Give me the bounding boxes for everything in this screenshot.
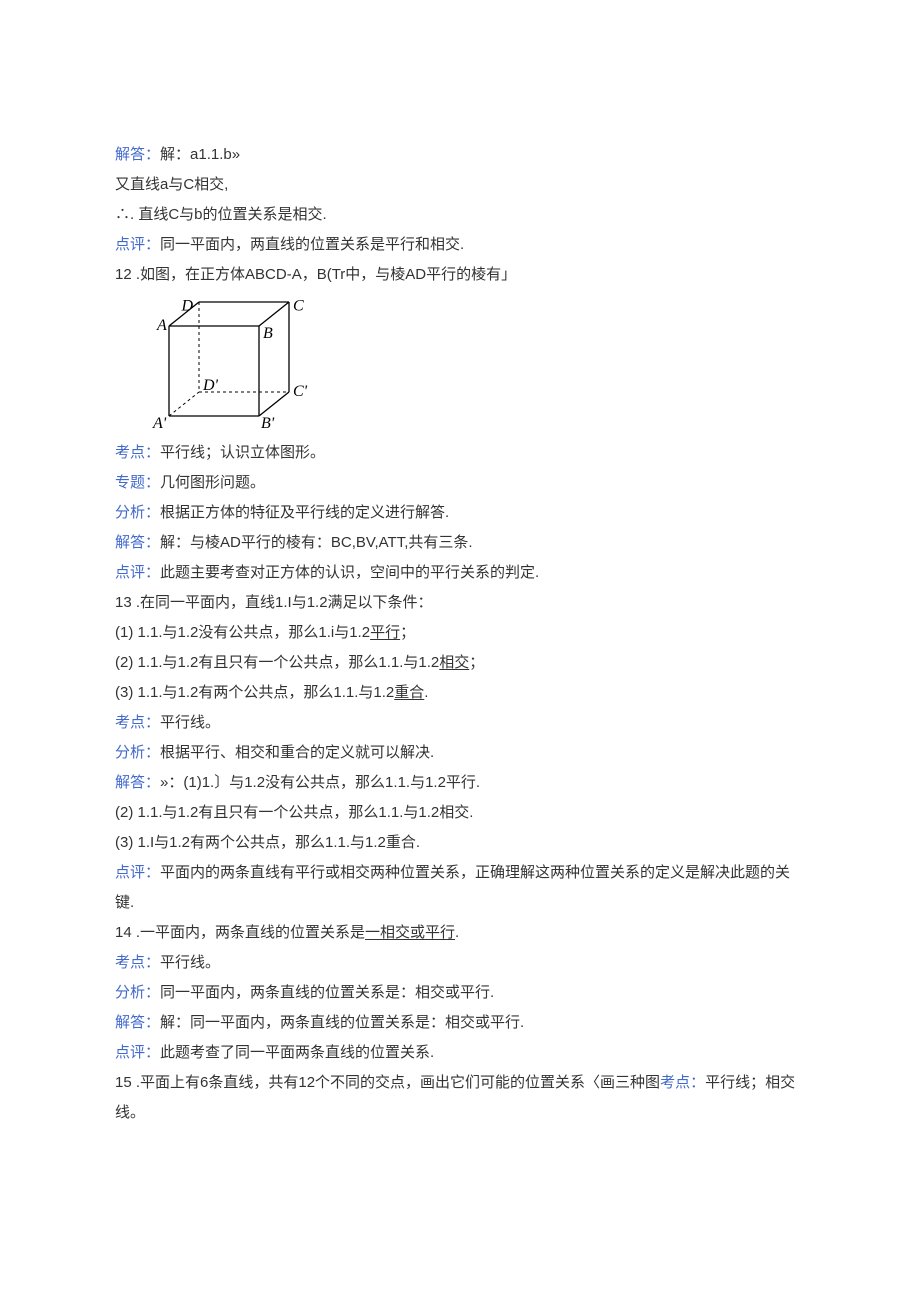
text: »：(1)1.〕与1.2没有公共点，那么1.1.与1.2平行. (160, 774, 480, 791)
q13-item-2: (2) 1.1.与1.2有且只有一个公共点，那么1.1.与1.2相交； (115, 648, 805, 678)
text: 解：与棱AD平行的棱有：BC,BV,ATT,共有三条. (160, 534, 473, 551)
text-pre: 15 .平面上有6条直线，共有12个不同的交点，画出它们可能的位置关系〈画三种图 (115, 1074, 660, 1091)
label-topic: 考点： (115, 714, 160, 731)
answer-line-1: 解答：解：a1.1.b» (115, 140, 805, 170)
label-answer: 解答： (115, 146, 160, 163)
text: 解：同一平面内，两条直线的位置关系是：相交或平行. (160, 1014, 524, 1031)
text: 根据平行、相交和重合的定义就可以解决. (160, 744, 434, 761)
question-12: 12 .如图，在正方体ABCD-A，B(Tr中，与棱AD平行的棱有」 (115, 260, 805, 290)
blank-answer: 一相交或平行 (365, 924, 455, 941)
vertex-Dp: D' (202, 377, 219, 394)
text-line-2: 又直线a与C相交, (115, 170, 805, 200)
label-answer: 解答： (115, 534, 160, 551)
text: 几何图形问题。 (160, 474, 265, 491)
text-pre: 14 .一平面内，两条直线的位置关系是 (115, 924, 365, 941)
question-13: 13 .在同一平面内，直线1.I与1.2满足以下条件： (115, 588, 805, 618)
text-pre: (3) 1.1.与1.2有两个公共点，那么1.1.与1.2 (115, 684, 394, 701)
vertex-Ap: A' (152, 415, 167, 432)
vertex-B: B (263, 325, 273, 342)
vertex-Cp: C' (293, 383, 308, 400)
text-line-3: ∴. 直线C与b的位置关系是相交. (115, 200, 805, 230)
comment-line-20: 点评：平面内的两条直线有平行或相交两种位置关系，正确理解这两种位置关系的定义是解… (115, 858, 805, 918)
label-topic: 考点： (115, 444, 160, 461)
text-post: ； (400, 624, 415, 641)
vertex-D: D (180, 297, 193, 314)
question-14: 14 .一平面内，两条直线的位置关系是一相交或平行. (115, 918, 805, 948)
text: 此题考查了同一平面两条直线的位置关系. (160, 1044, 434, 1061)
text-pre: (2) 1.1.与1.2有且只有一个公共点，那么1.1.与1.2 (115, 654, 439, 671)
comment-line-4: 点评：同一平面内，两直线的位置关系是平行和相交. (115, 230, 805, 260)
label-analysis: 分析： (115, 984, 160, 1001)
cube-figure: D C A B D' C' A' B' (115, 290, 805, 438)
text: 同一平面内，两条直线的位置关系是：相交或平行. (160, 984, 494, 1001)
blank-answer: 重合 (394, 684, 424, 701)
analysis-line-8: 分析：根据正方体的特征及平行线的定义进行解答. (115, 498, 805, 528)
label-answer: 解答： (115, 774, 160, 791)
vertex-A: A (156, 317, 167, 334)
label-analysis: 分析： (115, 744, 160, 761)
topic-line-15: 考点：平行线。 (115, 708, 805, 738)
subject-line-7: 专题：几何图形问题。 (115, 468, 805, 498)
label-comment: 点评： (115, 236, 160, 253)
text: 此题主要考查对正方体的认识，空间中的平行关系的判定. (160, 564, 539, 581)
analysis-line-23: 分析：同一平面内，两条直线的位置关系是：相交或平行. (115, 978, 805, 1008)
text: 解：a1.1.b» (160, 146, 240, 163)
comment-line-25: 点评：此题考查了同一平面两条直线的位置关系. (115, 1038, 805, 1068)
analysis-line-16: 分析：根据平行、相交和重合的定义就可以解决. (115, 738, 805, 768)
q13-item-1: (1) 1.1.与1.2没有公共点，那么1.i与1.2平行； (115, 618, 805, 648)
cube-icon: D C A B D' C' A' B' (151, 294, 321, 434)
vertex-C: C (293, 297, 304, 314)
blank-answer: 相交 (439, 654, 469, 671)
topic-line-22: 考点：平行线。 (115, 948, 805, 978)
text: 平行线。 (160, 714, 220, 731)
comment-line-10: 点评：此题主要考查对正方体的认识，空间中的平行关系的判定. (115, 558, 805, 588)
label-answer: 解答： (115, 1014, 160, 1031)
question-15: 15 .平面上有6条直线，共有12个不同的交点，画出它们可能的位置关系〈画三种图… (115, 1068, 805, 1128)
blank-answer: 平行 (370, 624, 400, 641)
text: 平行线；认识立体图形。 (160, 444, 325, 461)
answer-item-2: (2) 1.1.与1.2有且只有一个公共点，那么1.1.与1.2相交. (115, 798, 805, 828)
label-subject: 专题： (115, 474, 160, 491)
text-post: . (455, 924, 459, 941)
q13-item-3: (3) 1.1.与1.2有两个公共点，那么1.1.与1.2重合. (115, 678, 805, 708)
label-topic: 考点： (660, 1074, 705, 1091)
label-comment: 点评： (115, 564, 160, 581)
answer-line-24: 解答：解：同一平面内，两条直线的位置关系是：相交或平行. (115, 1008, 805, 1038)
text: 平面内的两条直线有平行或相交两种位置关系，正确理解这两种位置关系的定义是解决此题… (115, 864, 790, 911)
text-post: ； (469, 654, 484, 671)
topic-line-6: 考点：平行线；认识立体图形。 (115, 438, 805, 468)
label-comment: 点评： (115, 864, 160, 881)
label-topic: 考点： (115, 954, 160, 971)
answer-line-9: 解答：解：与棱AD平行的棱有：BC,BV,ATT,共有三条. (115, 528, 805, 558)
label-analysis: 分析： (115, 504, 160, 521)
label-comment: 点评： (115, 1044, 160, 1061)
text: 根据正方体的特征及平行线的定义进行解答. (160, 504, 449, 521)
text: 平行线。 (160, 954, 220, 971)
answer-item-3: (3) 1.I与1.2有两个公共点，那么1.1.与1.2重合. (115, 828, 805, 858)
answer-line-17: 解答：»：(1)1.〕与1.2没有公共点，那么1.1.与1.2平行. (115, 768, 805, 798)
vertex-Bp: B' (261, 415, 275, 432)
text-post: . (424, 684, 428, 701)
text-pre: (1) 1.1.与1.2没有公共点，那么1.i与1.2 (115, 624, 370, 641)
text: 同一平面内，两直线的位置关系是平行和相交. (160, 236, 464, 253)
